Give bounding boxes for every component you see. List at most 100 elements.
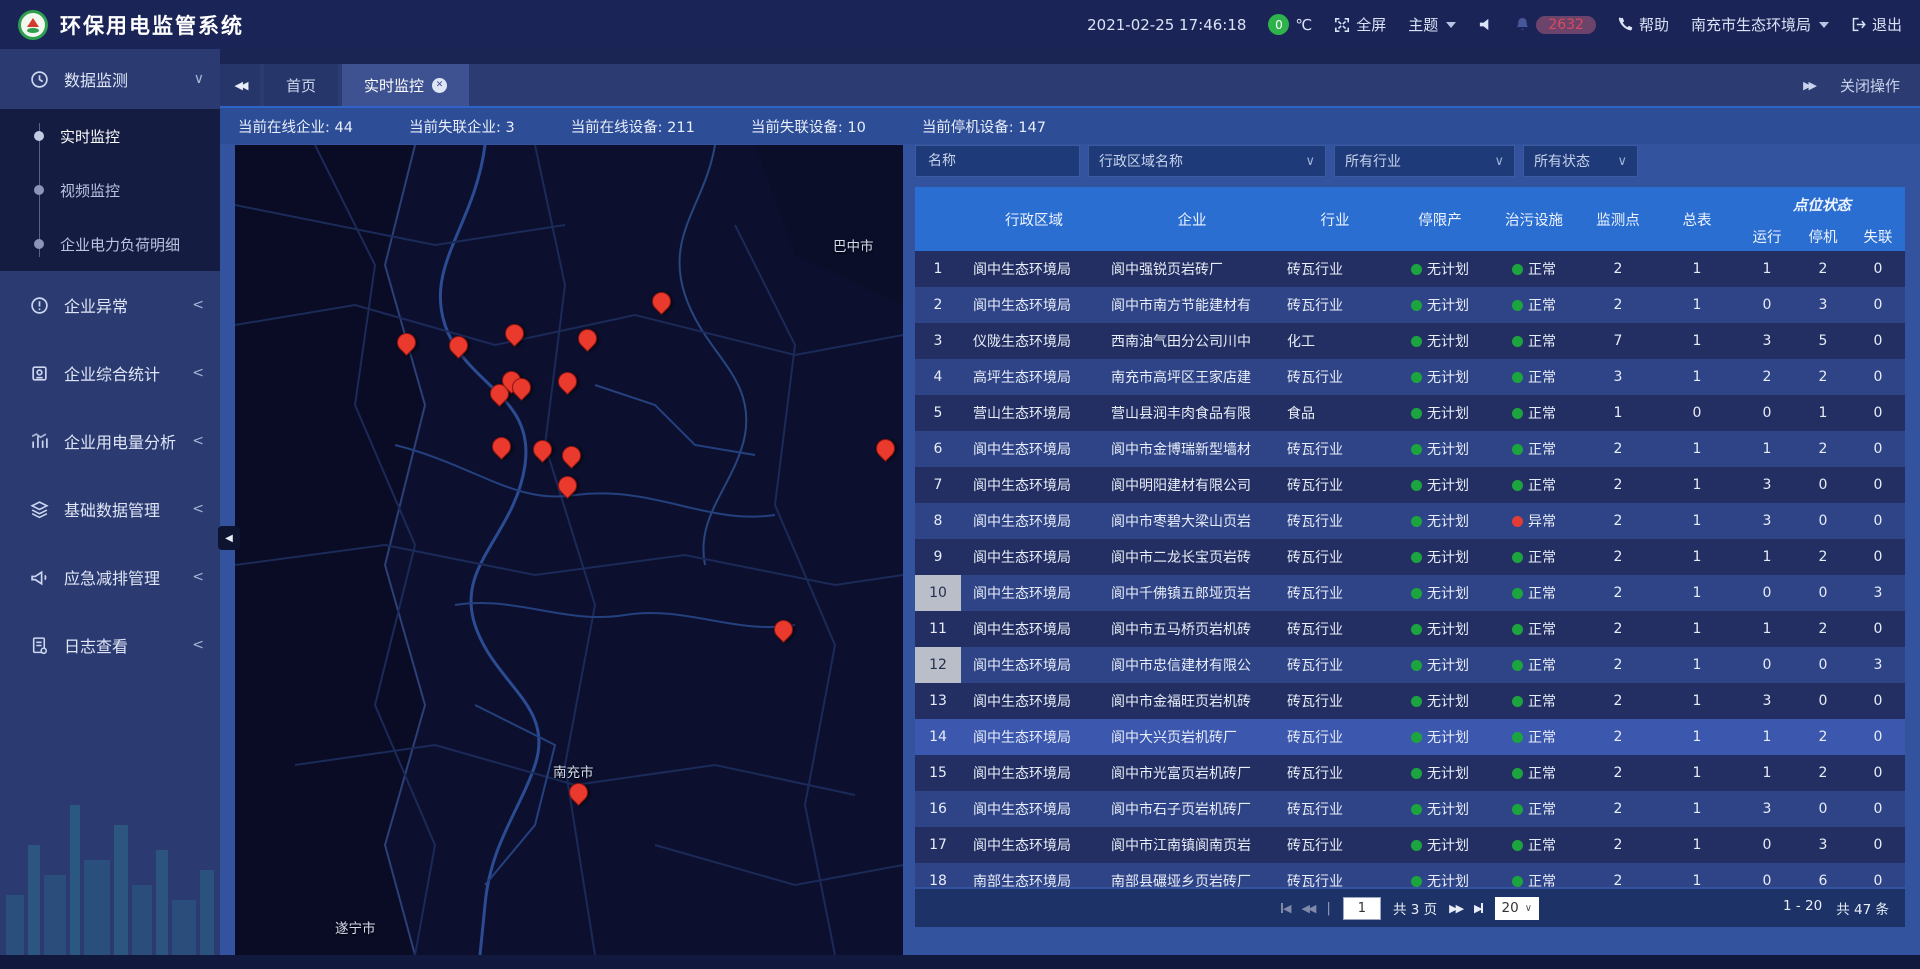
row-index: 16: [915, 791, 961, 827]
table-row[interactable]: 3 仪陇生态环境局 西南油气田分公司川中 化工 无计划 正常 7 1 3 5 0: [915, 323, 1905, 359]
table-row[interactable]: 1 阆中生态环境局 阆中强锐页岩砖厂 砖瓦行业 无计划 正常 2 1 1 2 0: [915, 251, 1905, 287]
sidebar-item[interactable]: 应急减排管理<: [0, 543, 220, 611]
table-row[interactable]: 17 阆中生态环境局 阆中市江南镇阆南页岩 砖瓦行业 无计划 正常 2 1 0 …: [915, 827, 1905, 863]
sidebar-subitem[interactable]: 视频监控: [0, 163, 220, 217]
row-meters: 0: [1655, 405, 1739, 421]
row-meters: 1: [1655, 549, 1739, 565]
row-region: 阆中生态环境局: [961, 727, 1107, 747]
row-company: 南充市高坪区王家店建: [1107, 367, 1277, 387]
table-row[interactable]: 15 阆中生态环境局 阆中市光富页岩机砖厂 砖瓦行业 无计划 正常 2 1 1 …: [915, 755, 1905, 791]
row-limit-status: 无计划: [1393, 835, 1487, 855]
stats-window-icon: [30, 364, 52, 383]
status-dot-icon: [1512, 480, 1523, 491]
row-company: 阆中明阳建材有限公司: [1107, 475, 1277, 495]
tab-scroll-right-button[interactable]: ▶▶: [1803, 79, 1814, 92]
row-index: 4: [915, 359, 961, 395]
status-dot-icon: [1512, 552, 1523, 563]
row-industry: 砖瓦行业: [1277, 727, 1393, 747]
fullscreen-button[interactable]: 全屏: [1334, 14, 1386, 35]
logout-button[interactable]: 退出: [1851, 14, 1902, 35]
table-row[interactable]: 2 阆中生态环境局 阆中市南方节能建材有 砖瓦行业 无计划 正常 2 1 0 3…: [915, 287, 1905, 323]
row-stop: 0: [1795, 477, 1851, 493]
map-panel[interactable]: 巴中市南充市遂宁市: [235, 145, 903, 955]
chevron-down-icon: ∨: [1305, 154, 1315, 169]
row-lost: 0: [1851, 873, 1905, 887]
stat-item: 当前停机设备: 147: [922, 116, 1046, 137]
status-dot-icon: [1512, 516, 1523, 527]
sidebar-collapse-handle[interactable]: ◀: [218, 526, 240, 550]
sidebar-item[interactable]: 基础数据管理<: [0, 475, 220, 543]
notification-count-badge: 2632: [1536, 16, 1596, 34]
sidebar-item[interactable]: 企业异常<: [0, 271, 220, 339]
org-selector[interactable]: 南充市生态环境局: [1691, 14, 1829, 35]
sidebar-item[interactable]: 数据监测∨: [0, 49, 220, 109]
status-dot-icon: [1411, 876, 1422, 887]
col-points: 监测点: [1581, 209, 1655, 230]
pager-divider: |: [1326, 900, 1331, 916]
table-row[interactable]: 13 阆中生态环境局 阆中市金福旺页岩机砖 砖瓦行业 无计划 正常 2 1 3 …: [915, 683, 1905, 719]
row-lost: 0: [1851, 765, 1905, 781]
sidebar-subitem[interactable]: 实时监控: [0, 109, 220, 163]
first-page-button[interactable]: ◀: [1281, 902, 1289, 915]
table-row[interactable]: 12 阆中生态环境局 阆中市忠信建材有限公 砖瓦行业 无计划 正常 2 1 0 …: [915, 647, 1905, 683]
prev-page-button[interactable]: ◀◀: [1301, 902, 1314, 915]
sidebar-subitem[interactable]: 企业电力负荷明细: [0, 217, 220, 271]
sidebar-item[interactable]: 企业用电量分析<: [0, 407, 220, 475]
col-region: 行政区域: [961, 209, 1107, 230]
tab-scroll-left-button[interactable]: ◀◀: [220, 64, 260, 106]
theme-button[interactable]: 主题: [1408, 14, 1456, 35]
table-row[interactable]: 6 阆中生态环境局 阆中市金博瑞新型墙材 砖瓦行业 无计划 正常 2 1 1 2…: [915, 431, 1905, 467]
row-industry: 化工: [1277, 331, 1393, 351]
tab[interactable]: 实时监控✕: [342, 64, 469, 106]
status-filter-select[interactable]: 所有状态∨: [1523, 145, 1638, 177]
region-filter-select[interactable]: 行政区域名称∨: [1088, 145, 1326, 177]
table-row[interactable]: 8 阆中生态环境局 阆中市枣碧大梁山页岩 砖瓦行业 无计划 异常 2 1 3 0…: [915, 503, 1905, 539]
next-page-button[interactable]: ▶▶: [1449, 902, 1462, 915]
tab-close-icon[interactable]: ✕: [432, 78, 447, 93]
col-lost: 失联: [1851, 226, 1905, 247]
row-limit-status: 无计划: [1393, 727, 1487, 747]
notifications-button[interactable]: 2632: [1515, 16, 1596, 34]
row-points: 2: [1581, 837, 1655, 853]
row-limit-status: 无计划: [1393, 259, 1487, 279]
sidebar-item[interactable]: 日志查看<: [0, 611, 220, 679]
chevron-down-icon: ∨: [194, 71, 204, 87]
table-row[interactable]: 11 阆中生态环境局 阆中市五马桥页岩机砖 砖瓦行业 无计划 正常 2 1 1 …: [915, 611, 1905, 647]
name-filter-input[interactable]: [926, 152, 1069, 170]
name-filter-field[interactable]: [915, 145, 1080, 177]
sound-toggle-button[interactable]: [1478, 17, 1493, 32]
row-lost: 0: [1851, 369, 1905, 385]
row-limit-status: 无计划: [1393, 475, 1487, 495]
row-lost: 0: [1851, 729, 1905, 745]
close-operations-button[interactable]: 关闭操作: [1840, 75, 1900, 96]
table-row[interactable]: 16 阆中生态环境局 阆中市石子页岩机砖厂 砖瓦行业 无计划 正常 2 1 3 …: [915, 791, 1905, 827]
table-row[interactable]: 9 阆中生态环境局 阆中市二龙长宝页岩砖 砖瓦行业 无计划 正常 2 1 1 2…: [915, 539, 1905, 575]
sidebar-item[interactable]: 企业综合统计<: [0, 339, 220, 407]
page-size-select[interactable]: 20∨: [1495, 897, 1540, 920]
row-lost: 0: [1851, 333, 1905, 349]
status-dot-icon: [1512, 336, 1523, 347]
table-row[interactable]: 10 阆中生态环境局 阆中千佛镇五郎垭页岩 砖瓦行业 无计划 正常 2 1 0 …: [915, 575, 1905, 611]
row-region: 阆中生态环境局: [961, 475, 1107, 495]
row-lost: 0: [1851, 405, 1905, 421]
row-run: 1: [1739, 441, 1795, 457]
chevron-down-icon: ∨: [1525, 903, 1532, 914]
help-button[interactable]: 帮助: [1618, 14, 1669, 35]
row-stop: 3: [1795, 297, 1851, 313]
tab[interactable]: 首页: [264, 64, 338, 106]
page-number-input[interactable]: [1343, 897, 1381, 920]
table-row[interactable]: 4 高坪生态环境局 南充市高坪区王家店建 砖瓦行业 无计划 正常 3 1 2 2…: [915, 359, 1905, 395]
row-stop: 2: [1795, 441, 1851, 457]
table-row[interactable]: 18 南部生态环境局 南部县碾垭乡页岩砖厂 砖瓦行业 无计划 正常 2 1 0 …: [915, 863, 1905, 887]
row-facility-status: 正常: [1487, 583, 1581, 603]
row-lost: 0: [1851, 621, 1905, 637]
row-meters: 1: [1655, 729, 1739, 745]
table-row[interactable]: 14 阆中生态环境局 阆中大兴页岩机砖厂 砖瓦行业 无计划 正常 2 1 1 2…: [915, 719, 1905, 755]
last-page-button[interactable]: ▶: [1474, 902, 1482, 915]
row-industry: 砖瓦行业: [1277, 439, 1393, 459]
industry-filter-select[interactable]: 所有行业∨: [1334, 145, 1515, 177]
table-row[interactable]: 5 营山生态环境局 营山县润丰肉食品有限 食品 无计划 正常 1 0 0 1 0: [915, 395, 1905, 431]
table-row[interactable]: 7 阆中生态环境局 阆中明阳建材有限公司 砖瓦行业 无计划 正常 2 1 3 0…: [915, 467, 1905, 503]
pagination-bar: ◀ ◀◀ | 共 3 页 ▶▶ ▶ 20∨ 1 - 20 共 47 条: [915, 889, 1905, 927]
row-stop: 3: [1795, 837, 1851, 853]
